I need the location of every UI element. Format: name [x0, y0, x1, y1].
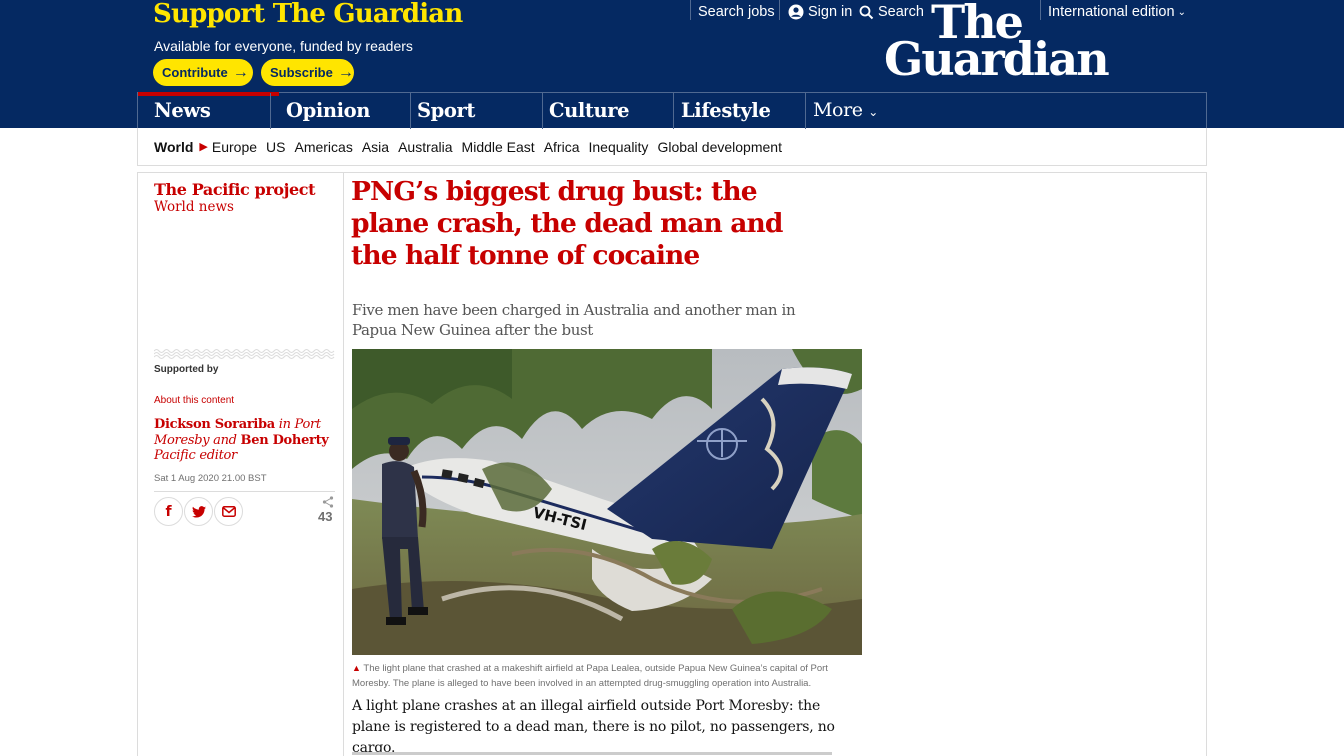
subnav-item-europe[interactable]: Europe: [212, 139, 257, 155]
subnav-section-world[interactable]: World: [154, 139, 193, 155]
column-divider: [343, 173, 344, 756]
search-jobs-link[interactable]: Search jobs: [698, 2, 775, 22]
search-icon: [859, 5, 874, 19]
contribute-button[interactable]: Contribute →: [153, 59, 253, 86]
top-divider: [1040, 0, 1041, 20]
pillar-lifestyle[interactable]: Lifestyle: [665, 93, 771, 129]
caption-triangle-icon: ▲: [352, 663, 361, 673]
share-count: 43: [318, 509, 333, 524]
squiggle-divider: [154, 349, 335, 359]
pillar-label: Lifestyle: [681, 99, 771, 122]
pillar-opinion[interactable]: Opinion: [270, 93, 370, 129]
pillar-label: More: [813, 99, 863, 121]
subnav-item-middle-east[interactable]: Middle East: [462, 139, 535, 155]
article-body-paragraph: A light plane crashes at an illegal airf…: [352, 698, 835, 756]
support-subtitle: Available for everyone, funded by reader…: [154, 38, 413, 54]
share-email-button[interactable]: [214, 497, 243, 526]
contribute-label: Contribute: [162, 65, 228, 80]
edition-selector[interactable]: International edition ⌄: [1048, 2, 1186, 22]
share-facebook-button[interactable]: f: [154, 497, 183, 526]
edition-label: International edition: [1048, 4, 1175, 20]
facebook-icon: f: [165, 503, 172, 520]
subnav-item-inequality[interactable]: Inequality: [589, 139, 649, 155]
pillar-sport[interactable]: Sport: [401, 93, 475, 129]
subscribe-label: Subscribe: [270, 65, 333, 80]
subnav-item-australia[interactable]: Australia: [398, 139, 452, 155]
chevron-down-icon: ⌄: [868, 105, 878, 119]
pillar-label: Culture: [549, 99, 630, 122]
author-link[interactable]: Ben Doherty: [241, 433, 329, 448]
pillar-news[interactable]: News: [138, 92, 280, 129]
search-link[interactable]: Search: [859, 2, 924, 22]
arrow-right-icon: →: [232, 63, 249, 81]
search-jobs-label: Search jobs: [698, 4, 775, 20]
subnav-item-asia[interactable]: Asia: [362, 139, 389, 155]
article-body-continued: [352, 748, 862, 756]
pillar-label: News: [154, 99, 211, 122]
subnav-item-us[interactable]: US: [266, 139, 285, 155]
subnav-item-africa[interactable]: Africa: [544, 139, 580, 155]
pillar-label: Sport: [417, 99, 476, 122]
article-headline: PNG’s biggest drug bust: the plane crash…: [351, 176, 783, 271]
masthead: Support The Guardian Available for every…: [0, 0, 1344, 129]
user-icon: [788, 4, 804, 20]
top-divider: [690, 0, 691, 20]
sign-in-link[interactable]: Sign in: [788, 2, 852, 22]
frame-border: [137, 173, 138, 756]
email-icon: [221, 506, 236, 517]
triangle-right-icon: ▶: [199, 141, 208, 153]
share-twitter-button[interactable]: [184, 497, 213, 526]
top-divider: [779, 0, 780, 20]
caption-text: The light plane that crashed at a makesh…: [352, 663, 828, 689]
twitter-icon: [191, 505, 206, 518]
about-content-link[interactable]: About this content: [154, 395, 234, 406]
frame-border: [1206, 173, 1207, 756]
plane-crash-photo: VH-TSI: [352, 349, 862, 655]
arrow-right-icon: →: [337, 63, 354, 81]
pillar-nav: News Opinion Sport Culture Lifestyle Mor…: [137, 92, 1207, 129]
section-subnav: World ▶ Europe US Americas Asia Australi…: [137, 128, 1207, 165]
photo-caption: ▲ The light plane that crashed at a make…: [352, 661, 862, 691]
series-link[interactable]: The Pacific project: [154, 180, 316, 199]
byline-role: Pacific editor: [154, 448, 237, 463]
article-main-photo[interactable]: VH-TSI: [352, 349, 862, 655]
share-icon: [322, 496, 334, 508]
logo-line-2: Guardian: [884, 32, 1110, 86]
subscribe-button[interactable]: Subscribe →: [261, 59, 354, 86]
chevron-down-icon: ⌄: [1177, 6, 1186, 18]
article-standfirst: Five men have been charged in Australia …: [352, 301, 796, 339]
meta-divider: [154, 491, 335, 492]
pillar-culture[interactable]: Culture: [533, 93, 630, 129]
search-label: Search: [878, 4, 924, 20]
subnav-item-americas[interactable]: Americas: [294, 139, 352, 155]
double-rule: [137, 165, 1207, 173]
byline-and: and: [213, 432, 237, 448]
support-title: Support The Guardian: [153, 0, 463, 29]
byline: Dickson Sorariba in Port Moresby and Ben…: [154, 417, 339, 464]
sign-in-label: Sign in: [808, 4, 853, 20]
pillar-label: Opinion: [286, 99, 370, 122]
section-link[interactable]: World news: [154, 199, 234, 215]
supported-by-label: Supported by: [154, 364, 219, 375]
pillar-more[interactable]: More ⌄: [797, 93, 878, 129]
subnav-item-global-development[interactable]: Global development: [657, 139, 782, 155]
author-link[interactable]: Dickson Sorariba: [154, 417, 275, 432]
publish-date: Sat 1 Aug 2020 21.00 BST: [154, 473, 267, 484]
